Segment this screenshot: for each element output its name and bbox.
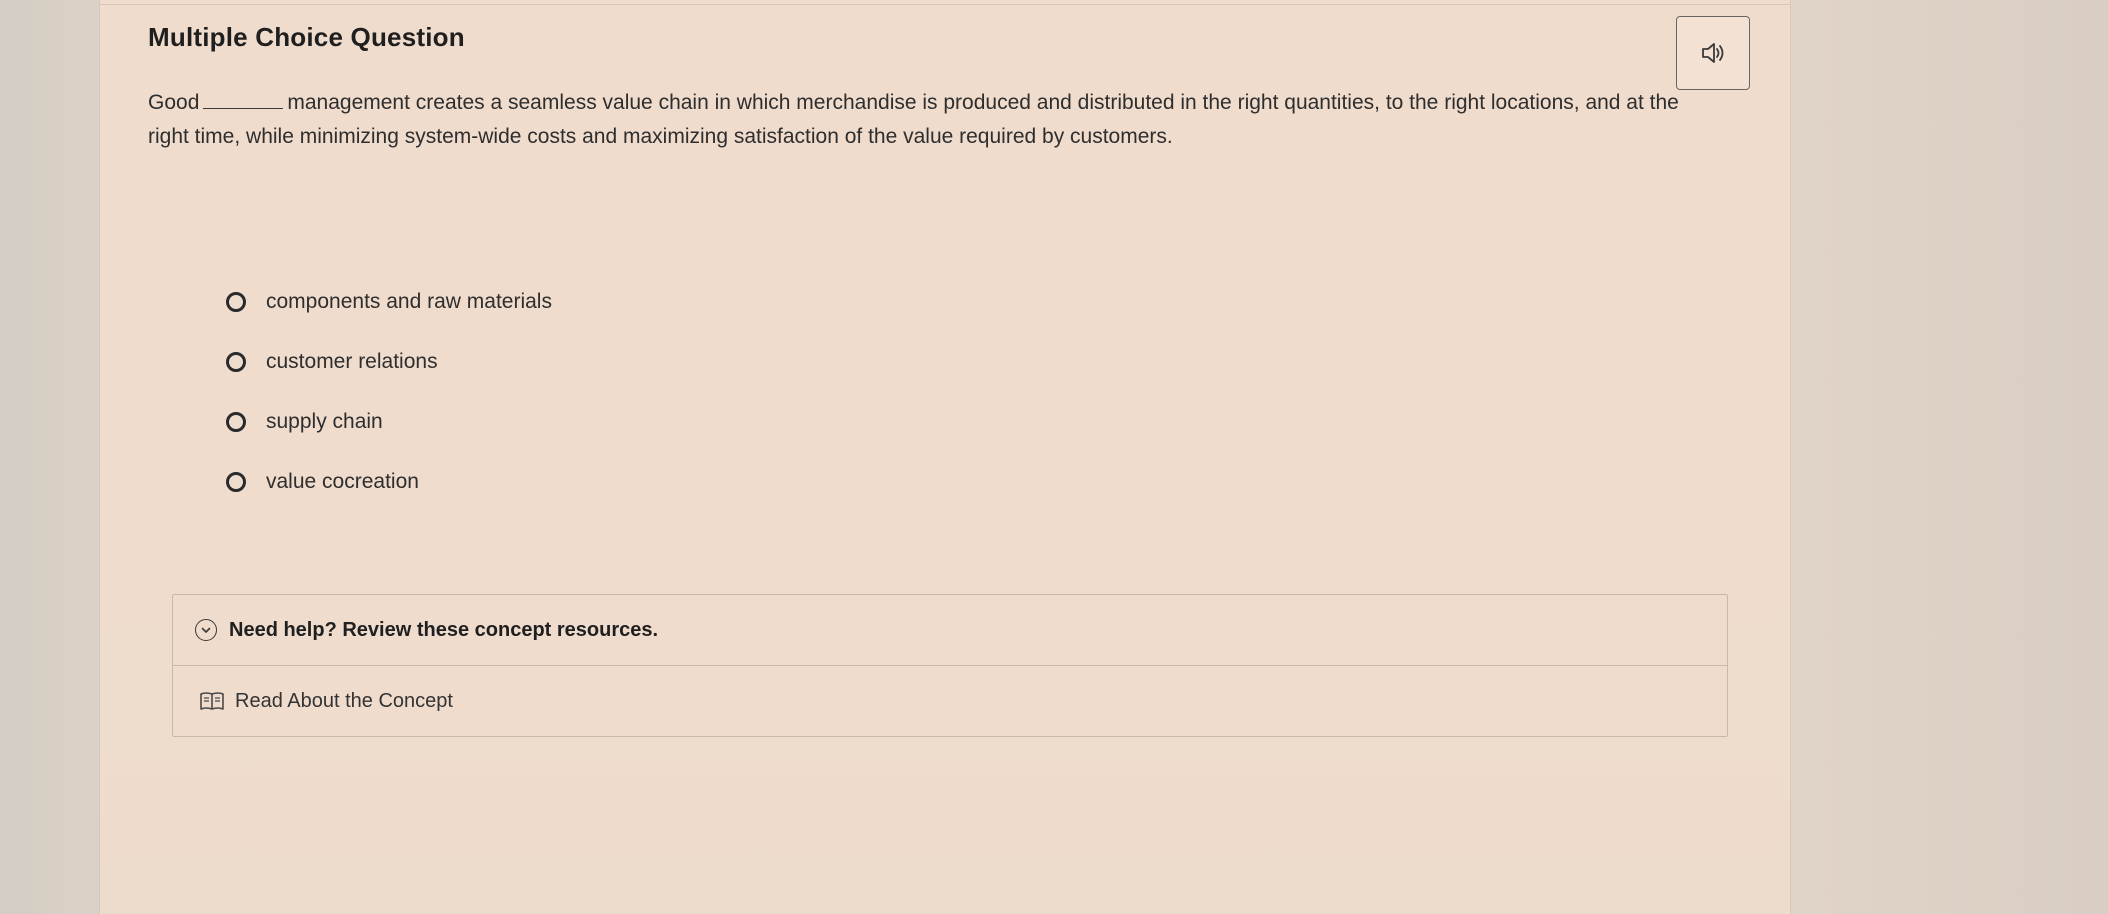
top-divider: [100, 4, 1790, 5]
choice-value-cocreation[interactable]: value cocreation: [226, 452, 552, 512]
speaker-icon: [1702, 43, 1724, 63]
choice-customer-relations[interactable]: customer relations: [226, 332, 552, 392]
question-page: Multiple Choice Question Good management …: [100, 0, 1790, 914]
read-aloud-button[interactable]: [1676, 16, 1750, 90]
answer-blank: [203, 90, 284, 109]
read-about-concept-label: Read About the Concept: [235, 689, 453, 712]
choice-components-and-raw-materials[interactable]: components and raw materials: [226, 272, 552, 332]
radio-button[interactable]: [226, 292, 246, 312]
answer-choices: components and raw materials customer re…: [226, 272, 552, 512]
question-prompt: Good management creates a seamless value …: [148, 86, 1688, 154]
prompt-before-blank: Good: [148, 91, 200, 114]
read-about-concept-link[interactable]: Read About the Concept: [173, 666, 1727, 736]
concept-resources-toggle[interactable]: Need help? Review these concept resource…: [173, 595, 1727, 666]
choice-label: customer relations: [266, 350, 438, 373]
chevron-down-circle-icon: [195, 619, 217, 641]
choice-label: supply chain: [266, 410, 383, 433]
concept-resources-panel: Need help? Review these concept resource…: [172, 594, 1728, 737]
choice-label: value cocreation: [266, 470, 419, 493]
radio-button[interactable]: [226, 472, 246, 492]
concept-resources-title: Need help? Review these concept resource…: [229, 618, 659, 641]
radio-button[interactable]: [226, 412, 246, 432]
choice-label: components and raw materials: [266, 290, 552, 313]
prompt-after-blank: management creates a seamless value chai…: [148, 91, 1679, 148]
book-icon: [200, 692, 224, 710]
question-type-heading: Multiple Choice Question: [148, 22, 465, 52]
radio-button[interactable]: [226, 352, 246, 372]
choice-supply-chain[interactable]: supply chain: [226, 392, 552, 452]
